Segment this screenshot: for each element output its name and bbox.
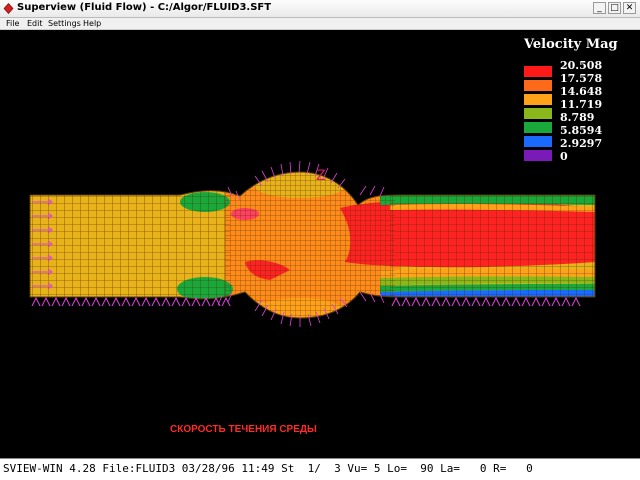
legend-label-1: 17.578 [560,72,603,85]
z-axis-label: Z [316,168,326,184]
legend-label-3: 11.719 [560,98,603,111]
legend-swatch-1 [524,80,552,91]
legend-swatch-3 [524,108,552,119]
legend-label-2: 14.648 [560,85,603,98]
legend-swatch-4 [524,122,552,133]
status-text: SVIEW-WIN 4.28 File:FLUID3 03/28/96 11:4… [3,462,533,475]
legend-swatch-0 [524,66,552,77]
legend-label-0: 20.508 [560,59,603,72]
legend-label-6: 2.9297 [560,137,603,150]
legend-swatch-2 [524,94,552,105]
legend-title: Velocity Mag [524,37,618,52]
legend-swatch-6 [524,150,552,161]
flow-caption: СКОРОСТЬ ТЕЧЕНИЯ СРЕДЫ [170,424,317,435]
status-bar: SVIEW-WIN 4.28 File:FLUID3 03/28/96 11:4… [0,458,640,480]
legend-label-4: 8.789 [560,111,595,124]
legend-label-5: 5.8594 [560,124,603,137]
legend-swatch-5 [524,136,552,147]
legend-label-7: 0 [560,150,568,163]
